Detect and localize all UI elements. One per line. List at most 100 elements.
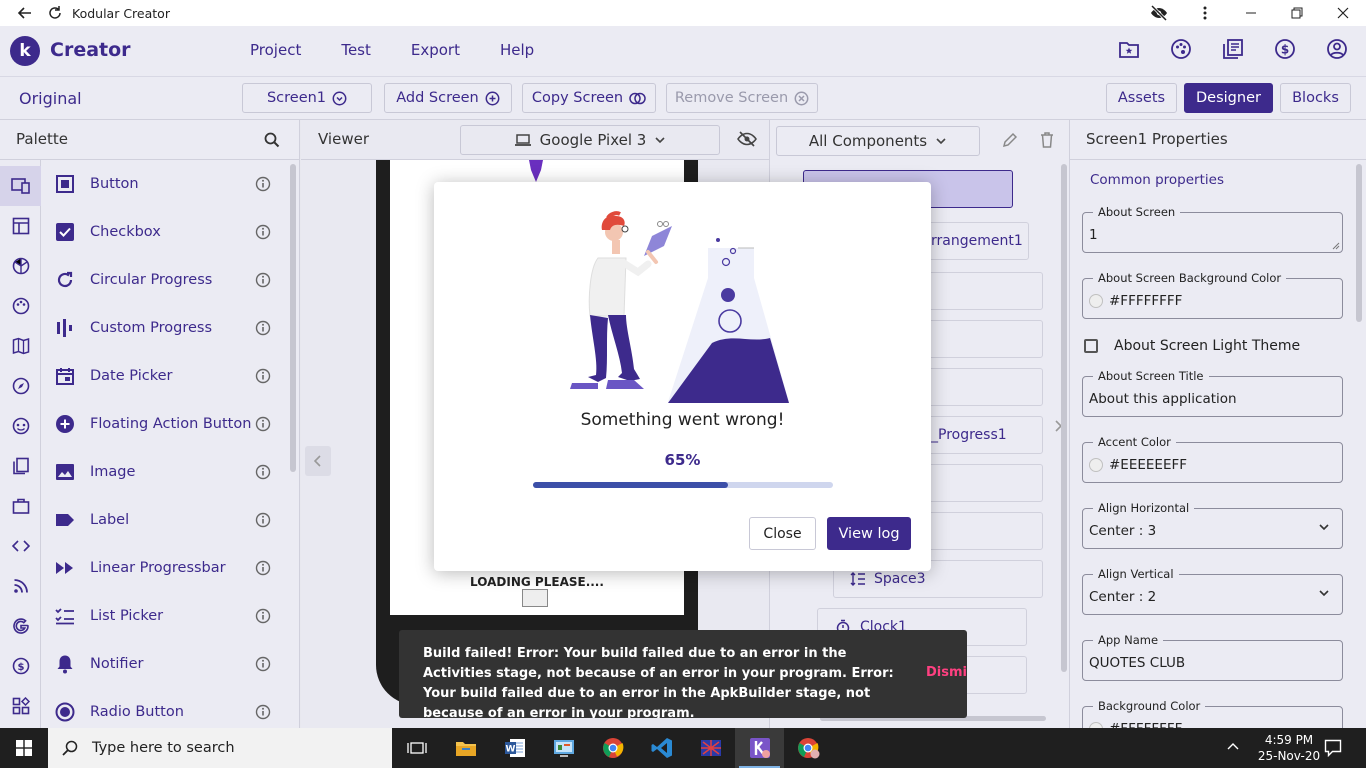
palette-item-button[interactable]: Button: [41, 160, 289, 208]
info-icon[interactable]: [255, 704, 271, 720]
palette-item-notifier[interactable]: Notifier: [41, 640, 289, 688]
about-screen-background-color-field[interactable]: About Screen Background Color #FFFFFFFF: [1082, 271, 1343, 319]
palette-item-custom-progress[interactable]: Custom Progress: [41, 304, 289, 352]
blocks-button[interactable]: Blocks: [1280, 83, 1351, 113]
screen-select-button[interactable]: Screen1: [242, 83, 372, 113]
info-icon[interactable]: [255, 464, 271, 480]
task-view-icon[interactable]: [392, 728, 441, 768]
add-screen-button[interactable]: Add Screen: [384, 83, 512, 113]
category-storage-icon[interactable]: [0, 446, 41, 486]
components-scrollbar[interactable]: [1061, 164, 1067, 672]
menu-export[interactable]: Export: [411, 41, 460, 59]
collapse-left-icon[interactable]: [305, 446, 331, 476]
category-layout-icon[interactable]: [0, 206, 41, 246]
palette-item-date-picker[interactable]: Date Picker: [41, 352, 289, 400]
trash-icon[interactable]: [1040, 132, 1054, 148]
windows-start-icon[interactable]: [0, 728, 48, 768]
align-horizontal-select[interactable]: Align Horizontal Center : 3: [1082, 501, 1343, 549]
info-icon[interactable]: [255, 416, 271, 432]
category-social-icon[interactable]: [0, 406, 41, 446]
accent-color-field[interactable]: Accent Color #EEEEEEFF: [1082, 435, 1343, 483]
category-code-icon[interactable]: [0, 526, 41, 566]
info-icon[interactable]: [255, 320, 271, 336]
info-icon[interactable]: [255, 512, 271, 528]
palette-item-floating-action-button[interactable]: Floating Action Button: [41, 400, 289, 448]
kodular-app-icon[interactable]: [735, 728, 784, 768]
copy-screen-button[interactable]: Copy Screen: [522, 83, 656, 113]
build-error-dialog: Something went wrong! 65% Close View log: [434, 182, 931, 571]
category-connectivity-icon[interactable]: [0, 486, 41, 526]
resize-grip-icon[interactable]: [1332, 242, 1340, 250]
about-screen-light-theme-checkbox[interactable]: About Screen Light Theme: [1084, 338, 1300, 354]
palette-item-checkbox[interactable]: Checkbox: [41, 208, 289, 256]
minimize-icon[interactable]: [1228, 0, 1274, 26]
components-filter-select[interactable]: All Components: [776, 126, 980, 156]
menu-project[interactable]: Project: [250, 41, 301, 59]
info-icon[interactable]: [255, 176, 271, 192]
view-log-button[interactable]: View log: [827, 517, 911, 550]
properties-scrollbar[interactable]: [1356, 164, 1362, 322]
category-google-icon[interactable]: [0, 606, 41, 646]
taskbar-search-input[interactable]: Type here to search: [48, 728, 392, 768]
account-icon[interactable]: [1326, 38, 1352, 64]
category-media-icon[interactable]: [0, 246, 41, 286]
word-icon[interactable]: W: [490, 728, 539, 768]
info-icon[interactable]: [255, 272, 271, 288]
info-icon[interactable]: [255, 368, 271, 384]
notification-center-icon[interactable]: [1324, 739, 1342, 757]
close-window-icon[interactable]: [1320, 0, 1366, 26]
remove-screen-button[interactable]: Remove Screen: [666, 83, 818, 113]
designer-button[interactable]: Designer: [1184, 83, 1273, 113]
device-select[interactable]: Google Pixel 3: [460, 125, 720, 155]
search-icon[interactable]: [264, 132, 280, 148]
control-panel-icon[interactable]: [539, 728, 588, 768]
hide-components-eye-icon[interactable]: [737, 131, 757, 147]
eye-off-icon[interactable]: [1136, 0, 1182, 26]
dismiss-button[interactable]: Dismiss: [926, 665, 967, 680]
kodular-logo[interactable]: k: [10, 36, 40, 66]
chrome-profile-icon[interactable]: [784, 728, 833, 768]
network-app-icon[interactable]: [686, 728, 735, 768]
common-properties-tab[interactable]: Common properties: [1090, 172, 1224, 188]
info-icon[interactable]: [255, 608, 271, 624]
category-extensions-icon[interactable]: [0, 686, 41, 726]
category-user-interface-icon[interactable]: [0, 166, 41, 206]
palette-icon[interactable]: [1170, 38, 1196, 64]
app-name-field[interactable]: App Name QUOTES CLUB: [1082, 633, 1343, 681]
category-maps-icon[interactable]: [0, 326, 41, 366]
back-arrow-icon[interactable]: [10, 0, 40, 26]
category-sensors-icon[interactable]: [0, 366, 41, 406]
library-books-icon[interactable]: [1222, 38, 1248, 64]
checkbox-box[interactable]: [1084, 339, 1098, 353]
palette-item-circular-progress[interactable]: Circular Progress: [41, 256, 289, 304]
category-drawing-icon[interactable]: [0, 286, 41, 326]
category-monetization-icon[interactable]: $: [0, 646, 41, 686]
align-vertical-select[interactable]: Align Vertical Center : 2: [1082, 567, 1343, 615]
dollar-icon[interactable]: $: [1274, 38, 1300, 64]
file-explorer-icon[interactable]: [441, 728, 490, 768]
palette-item-label[interactable]: Label: [41, 496, 289, 544]
info-icon[interactable]: [255, 560, 271, 576]
restore-icon[interactable]: [1274, 0, 1320, 26]
palette-scrollbar[interactable]: [290, 164, 296, 472]
pencil-icon[interactable]: [1002, 132, 1018, 148]
menu-help[interactable]: Help: [500, 41, 534, 59]
folder-star-icon[interactable]: [1118, 38, 1144, 64]
category-rss-icon[interactable]: [0, 566, 41, 606]
chrome-icon[interactable]: [588, 728, 637, 768]
about-screen-title-field[interactable]: About Screen Title About this applicatio…: [1082, 369, 1343, 417]
system-clock[interactable]: 4:59 PM 25-Nov-20: [1252, 732, 1326, 764]
palette-item-image[interactable]: Image: [41, 448, 289, 496]
info-icon[interactable]: [255, 224, 271, 240]
show-hidden-icons-chevron-up-icon[interactable]: [1226, 740, 1240, 752]
more-vertical-icon[interactable]: [1182, 0, 1228, 26]
assets-button[interactable]: Assets: [1106, 83, 1177, 113]
about-screen-field[interactable]: About Screen 1: [1082, 205, 1343, 253]
info-icon[interactable]: [255, 656, 271, 672]
palette-item-list-picker[interactable]: List Picker: [41, 592, 289, 640]
menu-test[interactable]: Test: [341, 41, 371, 59]
reload-icon[interactable]: [40, 0, 70, 26]
close-button[interactable]: Close: [749, 517, 816, 550]
palette-item-linear-progressbar[interactable]: Linear Progressbar: [41, 544, 289, 592]
vscode-icon[interactable]: [637, 728, 686, 768]
